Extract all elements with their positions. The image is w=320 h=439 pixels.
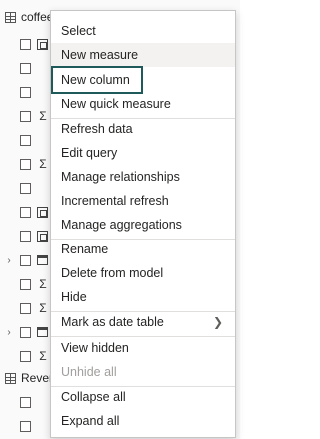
menu-item-label: Mark as date table [61,315,164,329]
context-menu: Select New measure New column New quick … [50,10,236,438]
sum-icon: Σ [39,277,47,291]
menu-item-rename[interactable]: Rename [51,237,235,261]
sum-icon: Σ [39,157,47,171]
table-icon [5,11,16,23]
menu-item-delete-from-model[interactable]: Delete from model [51,261,235,285]
field-checkbox[interactable] [20,182,31,194]
menu-item-mark-as-date-table[interactable]: Mark as date table ❯ [51,310,235,334]
field-checkbox[interactable] [20,86,31,98]
field-checkbox[interactable] [20,420,31,432]
calendar-icon [37,255,48,265]
field-checkbox[interactable] [20,206,31,218]
menu-item-select[interactable]: Select [51,19,235,43]
sum-icon: Σ [39,109,47,123]
calculated-field-icon [37,230,48,242]
calendar-icon [37,327,48,337]
menu-item-manage-relationships[interactable]: Manage relationships [51,165,235,189]
sum-icon: Σ [39,301,47,315]
menu-item-incremental-refresh[interactable]: Incremental refresh [51,189,235,213]
field-checkbox[interactable] [20,134,31,146]
menu-item-view-hidden[interactable]: View hidden [51,336,235,360]
menu-item-edit-query[interactable]: Edit query [51,141,235,165]
menu-item-new-quick-measure[interactable]: New quick measure [51,92,235,116]
expand-icon[interactable]: › [4,255,14,266]
field-checkbox[interactable] [20,158,31,170]
menu-item-refresh-data[interactable]: Refresh data [51,117,235,141]
field-checkbox[interactable] [20,350,31,362]
field-checkbox[interactable] [20,38,31,50]
field-checkbox[interactable] [20,396,31,408]
field-checkbox[interactable] [20,62,31,74]
menu-item-new-column[interactable]: New column [51,68,235,92]
calculated-field-icon [37,206,48,218]
field-checkbox[interactable] [20,278,31,290]
menu-item-manage-aggregations[interactable]: Manage aggregations [51,213,235,237]
expand-icon[interactable]: › [4,327,14,338]
field-checkbox[interactable] [20,326,31,338]
sum-icon: Σ [39,349,47,363]
menu-item-expand-all[interactable]: Expand all [51,409,235,433]
menu-item-unhide-all: Unhide all [61,365,117,379]
menu-item-hide[interactable]: Hide [51,285,235,309]
field-checkbox[interactable] [20,230,31,242]
menu-item-new-measure[interactable]: New measure [51,43,235,67]
chevron-right-icon: ❯ [212,315,223,329]
field-checkbox[interactable] [20,254,31,266]
calculated-field-icon [37,38,48,50]
table-icon [5,372,16,384]
menu-item-collapse-all[interactable]: Collapse all [51,385,235,409]
field-checkbox[interactable] [20,302,31,314]
field-checkbox[interactable] [20,110,31,122]
